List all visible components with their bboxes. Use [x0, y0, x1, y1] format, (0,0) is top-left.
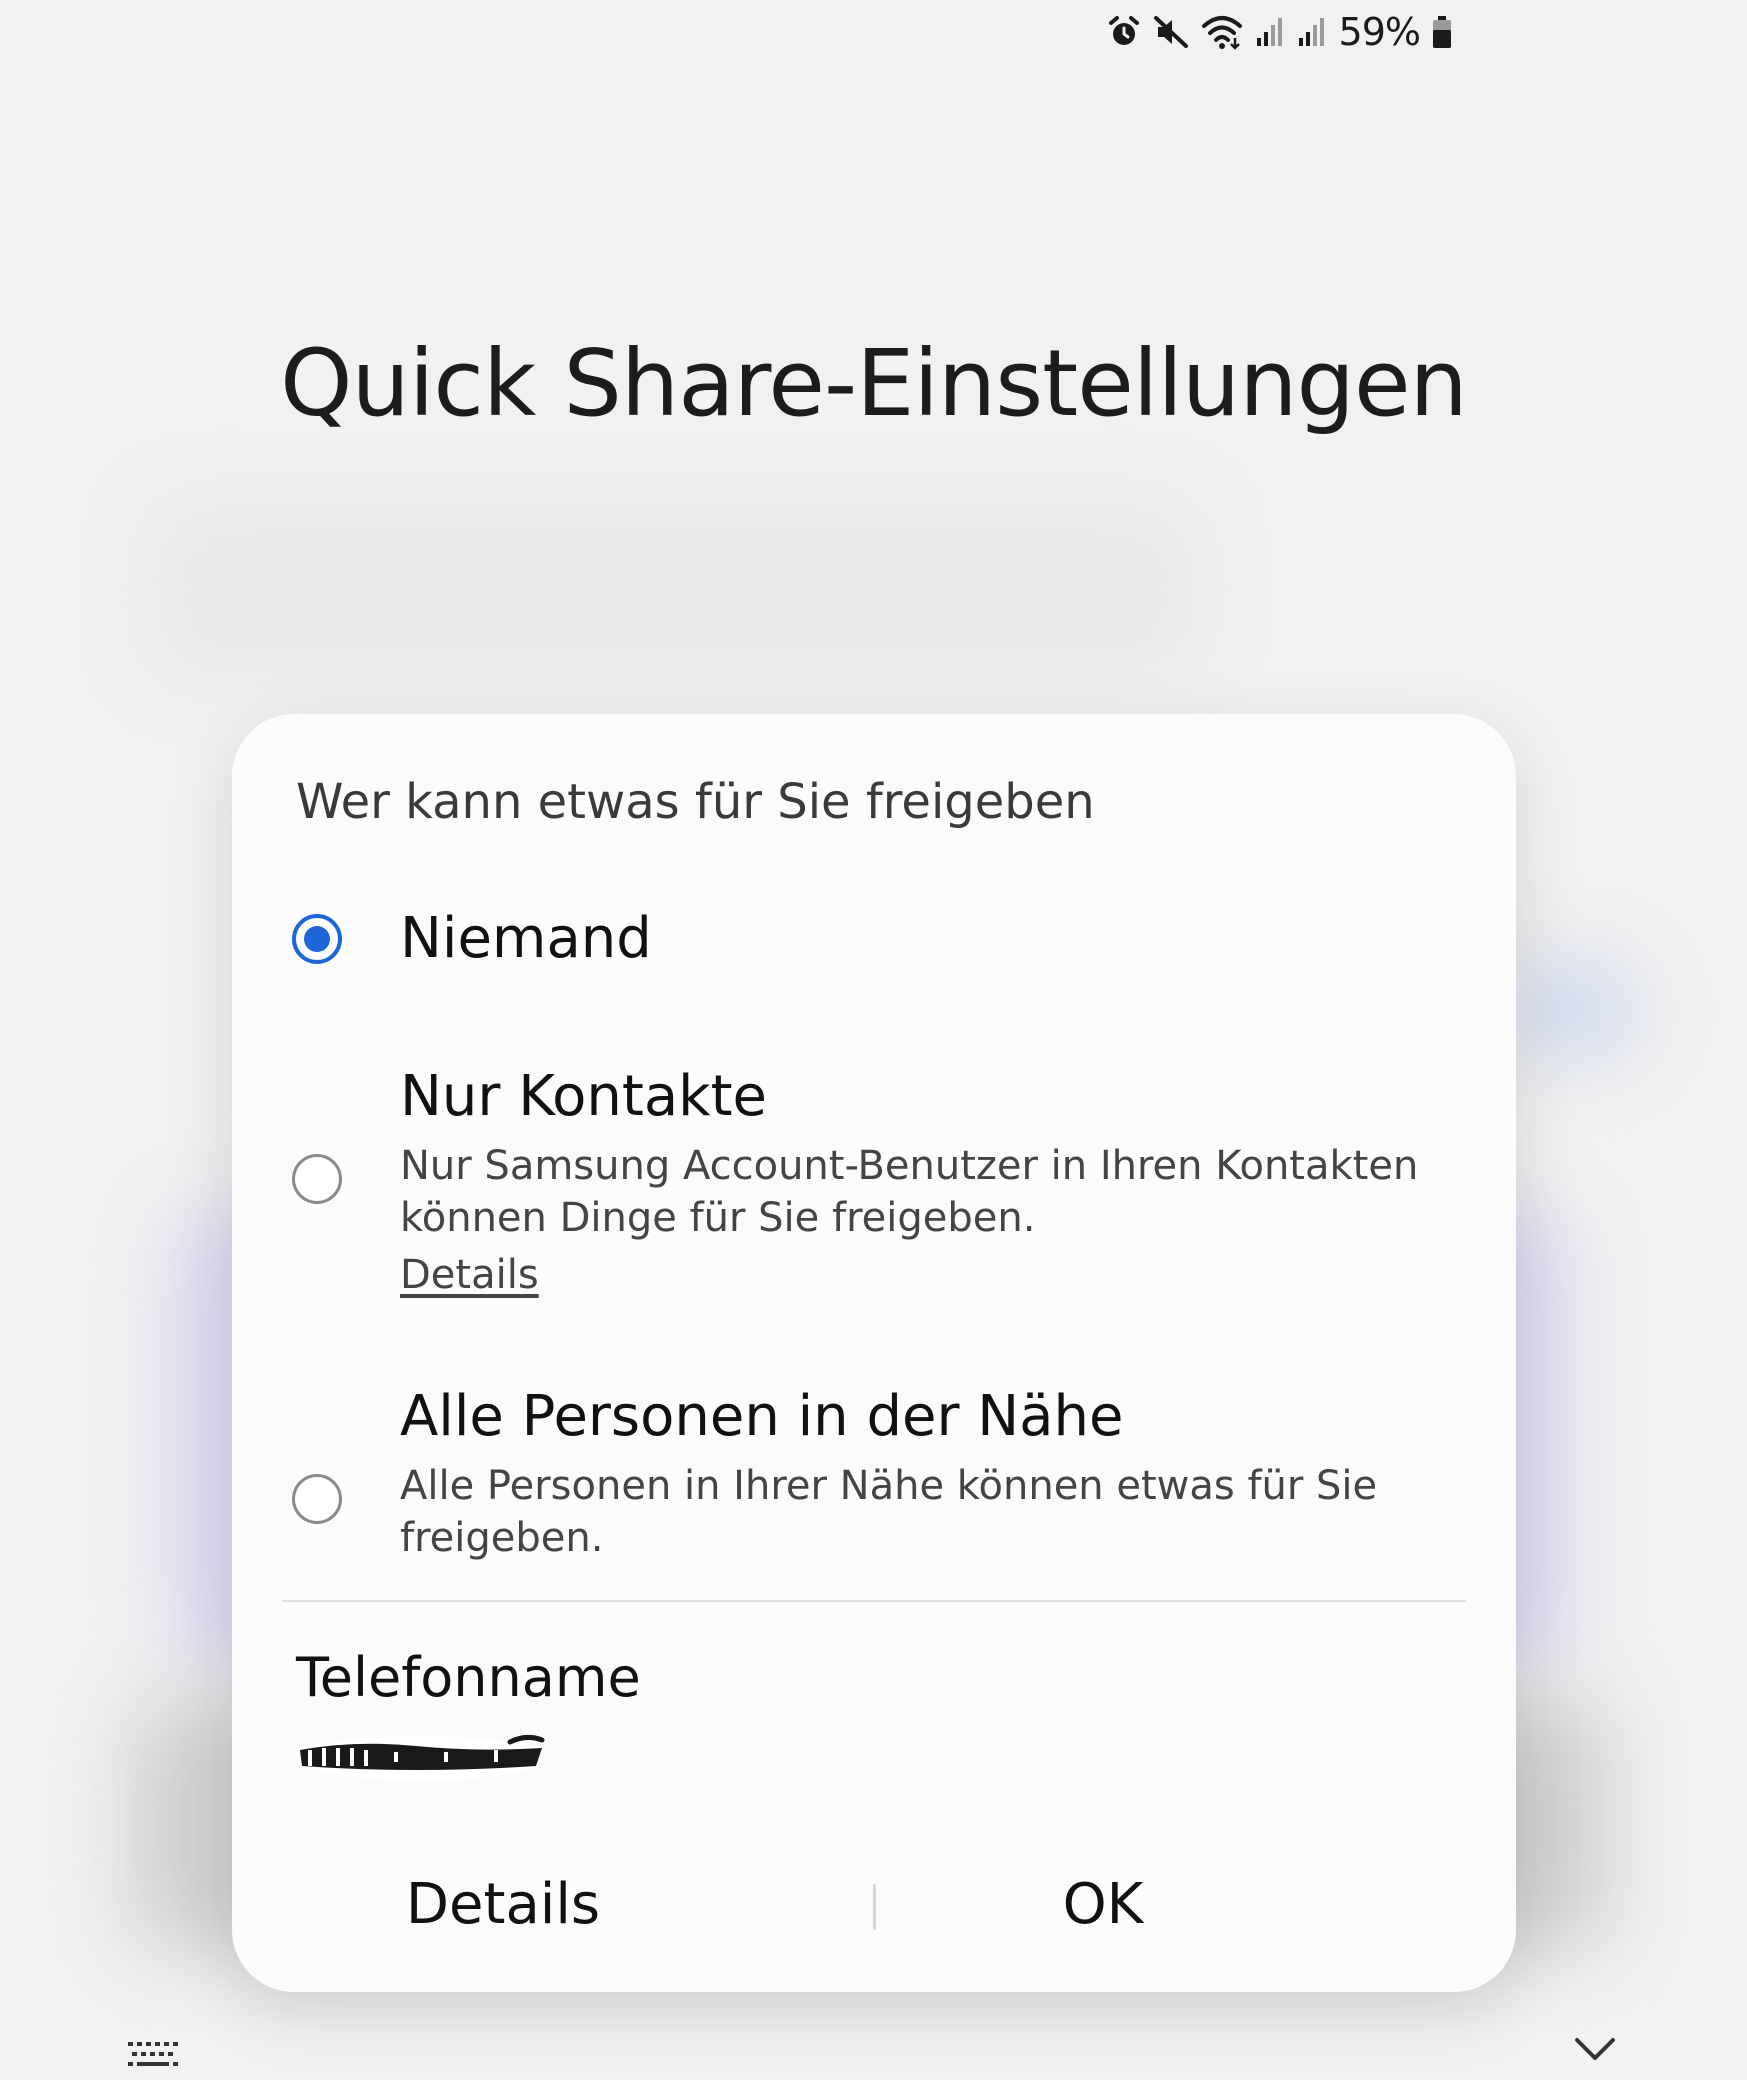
option-description: Alle Personen in Ihrer Nähe können etwas… — [400, 1463, 1378, 1561]
page-title: Quick Share-Einstellungen — [280, 330, 1468, 437]
option-title: Niemand — [400, 906, 652, 971]
option-niemand[interactable]: Niemand — [292, 884, 1456, 994]
option-title: Alle Personen in der Nähe — [400, 1384, 1124, 1449]
option-alle-personen[interactable]: Alle Personen in der Nähe Alle Personen … — [292, 1374, 1456, 1574]
share-settings-dialog: Wer kann etwas für Sie freigeben Niemand… — [232, 714, 1516, 1992]
option-description: Nur Samsung Account-Benutzer in Ihren Ko… — [400, 1143, 1419, 1241]
radio-button-selected[interactable] — [292, 914, 342, 964]
battery-icon — [1433, 16, 1451, 48]
keyboard-icon[interactable] — [128, 2040, 178, 2070]
radio-button[interactable] — [292, 1154, 342, 1204]
wifi-icon — [1201, 16, 1242, 50]
alarm-icon — [1108, 16, 1139, 45]
background-blur — [1500, 960, 1640, 1060]
option-title: Nur Kontakte — [400, 1064, 768, 1129]
phone-name-label: Telefonname — [296, 1646, 641, 1709]
details-link[interactable]: Details — [400, 1252, 539, 1298]
details-button[interactable]: Details — [182, 1854, 824, 1954]
battery-percent: 59% — [1338, 10, 1421, 54]
status-bar: 59% — [1107, 6, 1452, 58]
signal-icon — [1298, 18, 1324, 46]
option-nur-kontakte[interactable]: Nur Kontakte Nur Samsung Account-Benutze… — [292, 1054, 1456, 1314]
background-blur — [150, 500, 1200, 680]
chevron-down-icon[interactable] — [1574, 2036, 1616, 2062]
radio-button[interactable] — [292, 1474, 342, 1524]
ok-button[interactable]: OK — [782, 1854, 1424, 1954]
phone-name-redacted[interactable] — [296, 1726, 546, 1786]
dialog-heading: Wer kann etwas für Sie freigeben — [296, 774, 1095, 830]
mute-icon — [1153, 16, 1188, 48]
dialog-actions: Details OK — [232, 1854, 1516, 1954]
signal-icon — [1256, 18, 1282, 46]
divider — [282, 1600, 1466, 1602]
